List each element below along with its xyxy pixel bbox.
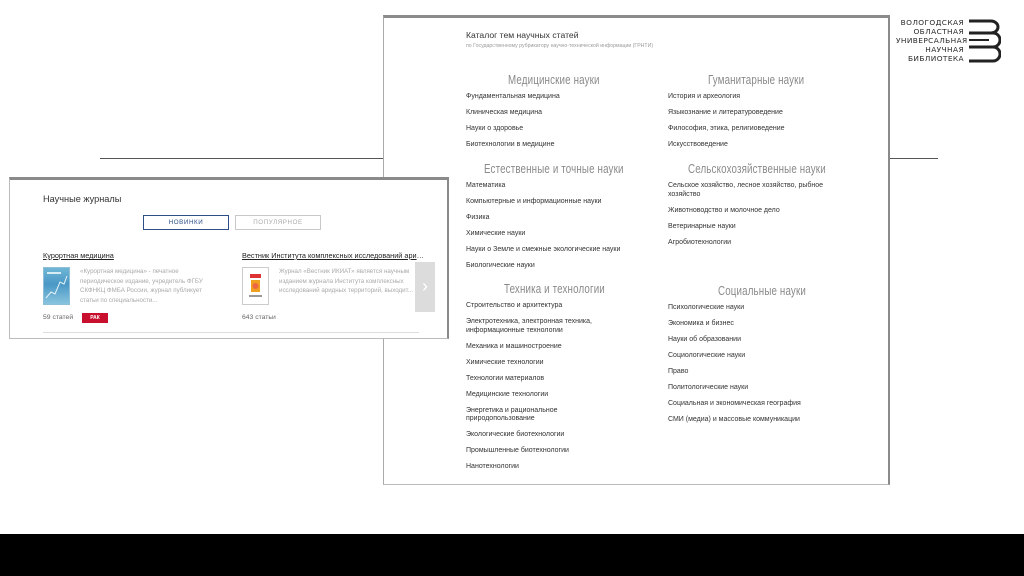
journal-description: «Курортная медицина» - печатное периодич… <box>80 268 203 304</box>
journal-name-link[interactable]: Курортная медицина <box>43 251 225 260</box>
topic-link[interactable]: Экономика и бизнес <box>668 320 848 329</box>
chevron-right-icon[interactable]: › <box>415 262 435 312</box>
journal-cover-icon <box>249 274 262 297</box>
topic-link[interactable]: Сельское хозяйство, лесное хозяйство, ры… <box>668 182 828 199</box>
bottom-band <box>0 534 1024 576</box>
topic-link[interactable]: Науки о Земле и смежные экологические на… <box>466 246 646 255</box>
rak-badge: РАК <box>82 313 108 323</box>
topic-link[interactable]: Математика <box>466 182 646 191</box>
tab-popular[interactable]: ПОПУЛЯРНОЕ <box>235 215 321 230</box>
topic-link[interactable]: История и археология <box>668 93 848 102</box>
topic-link[interactable]: Фундаментальная медицина <box>466 93 646 102</box>
section-natural: Естественные и точные науки Математика К… <box>466 162 663 278</box>
section-heading[interactable]: Гуманитарные науки <box>708 73 817 88</box>
topic-link[interactable]: Промышленные биотехнологии <box>466 447 646 456</box>
topic-link[interactable]: Электротехника, электронная техника, инф… <box>466 318 616 335</box>
section-heading[interactable]: Техника и технологии <box>504 282 615 297</box>
section-medical: Медицинские науки Фундаментальная медици… <box>466 73 646 157</box>
section-heading[interactable]: Социальные науки <box>718 284 819 299</box>
topic-link[interactable]: Энергетика и рациональное природопользов… <box>466 407 581 424</box>
topic-link[interactable]: СМИ (медиа) и массовые коммуникации <box>668 416 848 425</box>
journal-description: Журнал «Вестник ИКИАТ» является научным … <box>279 268 413 295</box>
library-logo-text: ВОЛОГОДСКАЯ ОБЛАСТНАЯ УНИВЕРСАЛЬНАЯ НАУЧ… <box>896 18 968 64</box>
catalog-title: Каталог тем научных статей <box>466 30 579 40</box>
section-heading[interactable]: Сельскохозяйственные науки <box>688 162 826 177</box>
topic-link[interactable]: Агробиотехнологии <box>668 239 848 248</box>
logo-line: БИБЛИОТЕКА <box>907 54 964 64</box>
section-humanities: Гуманитарные науки История и археология … <box>668 73 848 157</box>
logo-line: УНИВЕРСАЛЬНАЯ <box>896 36 968 46</box>
topic-link[interactable]: Социологические науки <box>668 352 848 361</box>
topic-link[interactable]: Биологические науки <box>466 262 646 271</box>
topic-link[interactable]: Экологические биотехнологии <box>466 431 646 440</box>
topic-link[interactable]: Физика <box>466 214 646 223</box>
journal-cover[interactable] <box>242 267 269 305</box>
catalog-panel: Каталог тем научных статей по Государств… <box>383 15 890 485</box>
topic-link[interactable]: Компьютерные и информационные науки <box>466 198 646 207</box>
topic-link[interactable]: Языкознание и литературоведение <box>668 109 848 118</box>
topic-link[interactable]: Медицинские технологии <box>466 391 646 400</box>
section-agriculture: Сельскохозяйственные науки Сельское хозя… <box>668 162 865 255</box>
logo-line: НАУЧНАЯ <box>925 45 964 55</box>
topic-link[interactable]: Ветеринарные науки <box>668 223 848 232</box>
journal-name-link[interactable]: Вестник Института комплексных исследован… <box>242 251 424 260</box>
topic-link[interactable]: Клиническая медицина <box>466 109 646 118</box>
article-count: 59 статей <box>43 314 74 321</box>
topic-link[interactable]: Политологические науки <box>668 384 848 393</box>
topic-link[interactable]: Искусствоведение <box>668 141 848 150</box>
topic-link[interactable]: Технологии материалов <box>466 375 646 384</box>
library-logo: ВОЛОГОДСКАЯ ОБЛАСТНАЯ УНИВЕРСАЛЬНАЯ НАУЧ… <box>896 18 1006 66</box>
topic-link[interactable]: Строительство и архитектура <box>466 302 646 311</box>
topic-link[interactable]: Психологические науки <box>668 304 848 313</box>
topic-link[interactable]: Животноводство и молочное дело <box>668 207 848 216</box>
topic-link[interactable]: Науки о здоровье <box>466 125 646 134</box>
topic-link[interactable]: Социальная и экономическая география <box>668 400 848 409</box>
section-heading[interactable]: Медицинские науки <box>508 73 616 88</box>
topic-link[interactable]: Механика и машиностроение <box>466 343 646 352</box>
journals-title: Научные журналы <box>43 194 122 204</box>
topic-link[interactable]: Философия, этика, религиоведение <box>668 125 848 134</box>
article-count: 643 статьи <box>242 314 276 321</box>
topic-link[interactable]: Право <box>668 368 848 377</box>
catalog-subtitle: по Государственному рубрикатору научно-т… <box>466 43 654 49</box>
divider <box>43 332 419 333</box>
topic-link[interactable]: Биотехнологии в медицине <box>466 141 646 150</box>
journal-card: Курортная медицина «Курортная медицина» … <box>43 251 225 323</box>
section-social: Социальные науки Психологические науки Э… <box>668 284 848 432</box>
tab-new[interactable]: НОВИНКИ <box>143 215 229 230</box>
logo-line: ВОЛОГОДСКАЯ <box>900 18 964 27</box>
chart-cover-icon <box>45 272 68 299</box>
book-stack-icon <box>969 19 1001 63</box>
journal-card: Вестник Института комплексных исследован… <box>242 251 424 321</box>
section-engineering: Техника и технологии Строительство и арх… <box>466 282 646 479</box>
topic-link[interactable]: Химические науки <box>466 230 646 239</box>
topic-link[interactable]: Науки об образовании <box>668 336 848 345</box>
section-heading[interactable]: Естественные и точные науки <box>484 162 624 177</box>
journals-panel: Научные журналы НОВИНКИ ПОПУЛЯРНОЕ Курор… <box>9 177 449 339</box>
journal-cover[interactable] <box>43 267 70 305</box>
topic-link[interactable]: Нанотехнологии <box>466 463 646 472</box>
topic-link[interactable]: Химические технологии <box>466 359 646 368</box>
logo-line: ОБЛАСТНАЯ <box>913 27 964 37</box>
